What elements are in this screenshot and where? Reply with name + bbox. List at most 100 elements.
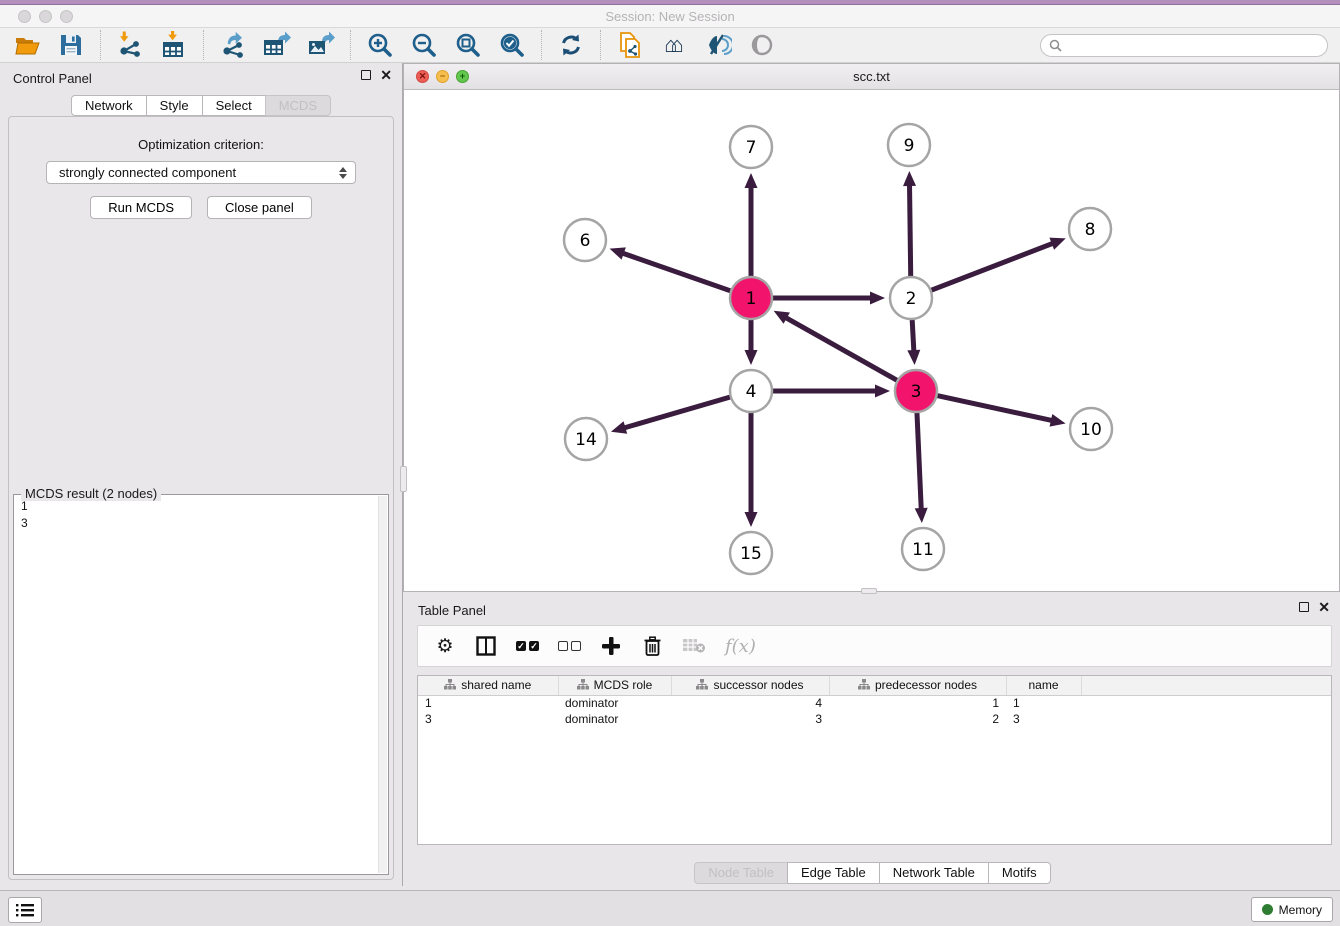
table-tabs: Node Table Edge Table Network Table Moti… [405,862,1340,884]
save-session-icon[interactable] [56,30,86,60]
graph-node-label: 10 [1080,420,1102,440]
window-titlebar: Session: New Session [0,5,1340,28]
close-panel-button[interactable]: Close panel [207,196,312,219]
tab-select[interactable]: Select [202,95,266,116]
export-image-icon[interactable] [306,30,336,60]
memory-button[interactable]: Memory [1251,897,1333,922]
table-cell[interactable]: 1 [1006,695,1081,711]
column-header-successor-nodes[interactable]: successor nodes [671,676,829,695]
delete-column-trash-icon[interactable] [641,633,663,659]
refresh-icon[interactable] [556,30,586,60]
search-input[interactable] [1067,38,1319,52]
graph-edge-3-1[interactable] [785,317,900,382]
home-navigator-icon[interactable]: ⌂⌂ [659,30,689,60]
graph-edge-3-11[interactable] [917,409,921,510]
table-cell[interactable]: dominator [558,695,671,711]
node-table-body: 1dominator4113dominator323 [418,695,1331,727]
graph-edge-3-10[interactable] [934,395,1053,421]
column-header-filler [1081,676,1331,695]
table-cell[interactable]: 4 [671,695,829,711]
zoom-selected-icon[interactable] [497,30,527,60]
horizontal-splitter-grip[interactable] [861,588,877,594]
close-table-panel-icon[interactable]: ✕ [1318,602,1330,612]
table-cell[interactable]: dominator [558,711,671,727]
control-panel-header: Control Panel ✕ [0,63,402,93]
table-cell[interactable]: 3 [418,711,558,727]
control-panel-tabs: Network Style Select MCDS [0,95,402,116]
optimization-criterion-select[interactable]: strongly connected component [46,161,356,184]
table-cell[interactable]: 3 [1006,711,1081,727]
float-panel-icon[interactable] [361,70,371,80]
table-cell-filler [1081,695,1331,711]
main-toolbar: ⌂⌂ [0,28,1340,63]
tree-icon [858,679,870,690]
vertical-splitter-grip[interactable] [400,466,407,492]
graph-node-label: 7 [746,138,757,158]
task-history-button[interactable] [8,897,42,923]
graph-edge-arrowhead [745,173,758,188]
zoom-in-icon[interactable] [365,30,395,60]
column-header-name[interactable]: name [1006,676,1081,695]
export-network-icon[interactable] [218,30,248,60]
graph-edge-2-9[interactable] [910,184,911,280]
graph-node-label: 11 [912,540,934,560]
open-session-icon[interactable] [12,30,42,60]
function-builder-icon: f(x) [725,633,756,659]
import-network-icon[interactable] [115,30,145,60]
result-scrollbar[interactable] [378,496,387,873]
table-row[interactable]: 3dominator323 [418,711,1331,727]
close-panel-icon[interactable]: ✕ [380,70,392,80]
list-icon [16,903,34,918]
add-column-icon[interactable] [600,633,622,659]
network-canvas[interactable]: 1234678910111415 [404,90,1339,591]
graph-edge-2-8[interactable] [928,243,1054,291]
graph-edge-arrowhead [870,292,885,305]
split-columns-icon[interactable] [475,633,497,659]
optimization-criterion-value: strongly connected component [59,165,236,180]
run-mcds-button[interactable]: Run MCDS [90,196,192,219]
graph-edge-arrowhead [1050,414,1066,427]
graph-edge-arrowhead [907,350,920,365]
column-header-predecessor-nodes[interactable]: predecessor nodes [829,676,1006,695]
column-header-shared-name[interactable]: shared name [418,676,558,695]
show-details-icon[interactable] [747,30,777,60]
table-cell[interactable]: 1 [829,695,1006,711]
network-view-window: ✕ − + scc.txt 1234678910111415 [403,63,1340,592]
table-cell[interactable]: 1 [418,695,558,711]
hide-details-icon[interactable] [703,30,733,60]
tab-mcds[interactable]: MCDS [265,95,331,116]
deselect-all-checkboxes-icon[interactable] [558,633,581,659]
graph-edge-4-14[interactable] [623,396,733,428]
control-panel: Control Panel ✕ Network Style Select MCD… [0,63,403,886]
table-header-row: shared name MCDS role successor nodes pr… [418,676,1331,695]
zoom-fit-icon[interactable] [453,30,483,60]
settings-gear-icon[interactable]: ⚙ [434,633,456,659]
table-cell[interactable]: 3 [671,711,829,727]
mcds-result-text[interactable]: 1 3 [14,498,378,872]
graph-edge-2-3[interactable] [912,316,914,352]
graph-node-label: 2 [906,289,917,309]
delete-table-icon [682,633,706,659]
tab-node-table[interactable]: Node Table [694,862,788,884]
clone-network-icon[interactable] [615,30,645,60]
table-cell[interactable]: 2 [829,711,1006,727]
graph-edge-1-6[interactable] [622,253,734,292]
graph-edge-arrowhead [745,512,758,527]
column-header-mcds-role[interactable]: MCDS role [558,676,671,695]
zoom-out-icon[interactable] [409,30,439,60]
select-all-checkboxes-icon[interactable]: ✓✓ [516,633,539,659]
tab-network-table[interactable]: Network Table [879,862,989,884]
tree-icon [696,679,708,690]
table-row[interactable]: 1dominator411 [418,695,1331,711]
tab-network[interactable]: Network [71,95,147,116]
import-table-icon[interactable] [159,30,189,60]
application-window: Session: New Session [0,0,1340,926]
graph-edge-arrowhead [1049,238,1065,250]
float-table-panel-icon[interactable] [1299,602,1309,612]
tab-motifs[interactable]: Motifs [988,862,1051,884]
tab-style[interactable]: Style [146,95,203,116]
export-table-icon[interactable] [262,30,292,60]
graph-node-label: 15 [740,544,762,564]
tab-edge-table[interactable]: Edge Table [787,862,880,884]
toolbar-separator [203,30,204,60]
